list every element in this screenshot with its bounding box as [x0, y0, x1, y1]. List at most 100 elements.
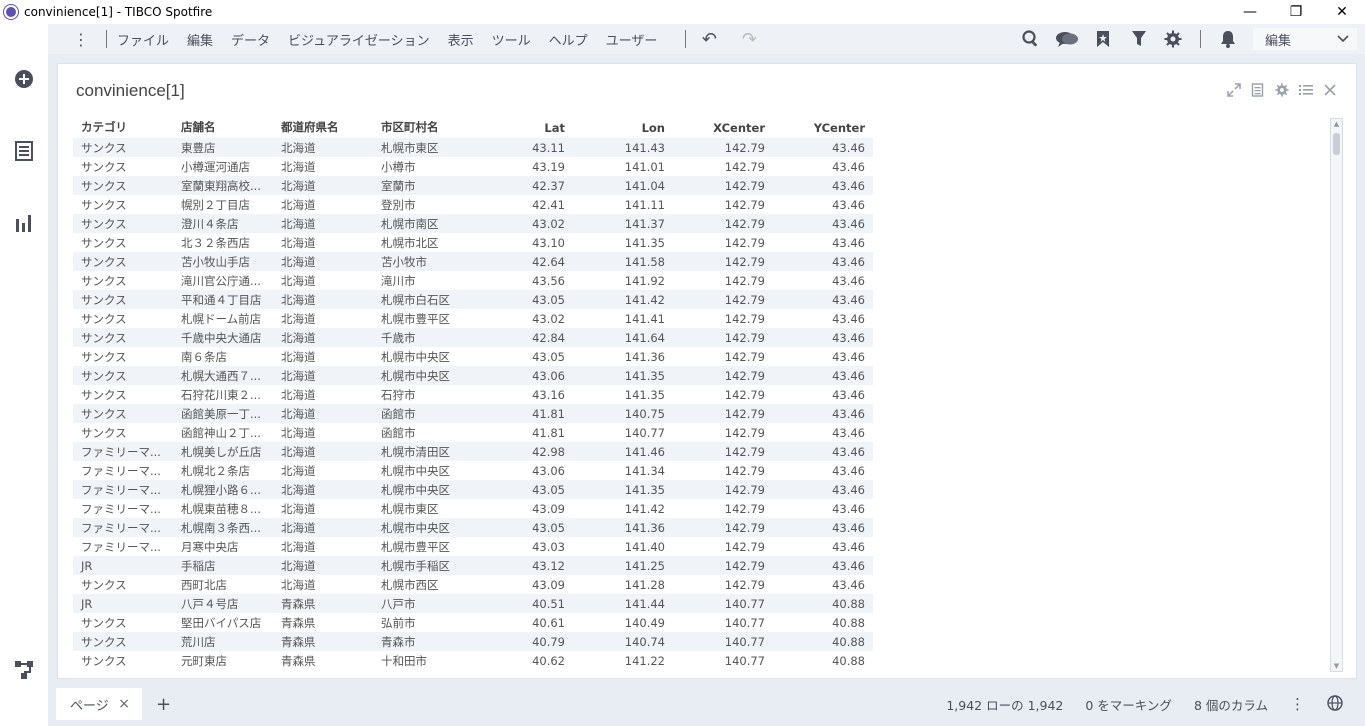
table-row[interactable]: ファミリーマ... 札幌南３条西... 北海道 札幌市中央区 43.05 141.36 14… [73, 518, 873, 537]
menu-kebab-button[interactable]: ⋮ [66, 30, 96, 49]
column-header[interactable]: 都道府県名 [273, 116, 373, 138]
table-cell: 140.77 [724, 615, 765, 630]
maximize-icon[interactable] [1226, 82, 1242, 98]
edit-mode-select[interactable]: 編集 [1253, 28, 1357, 50]
table-row[interactable]: JR 八戸４号店 青森県 八戸市 40.51 141.44 140.77 40.88 [73, 594, 873, 613]
search-icon[interactable] [1018, 26, 1044, 52]
table-row[interactable]: サンクス 東豊店 北海道 札幌市東区 43.11 141.43 142.79 43.46 [73, 138, 873, 157]
data-flow-icon[interactable] [14, 660, 34, 680]
table-row[interactable]: サンクス 堅田バイパス店 青森県 弘前市 40.61 140.49 140.77 40.88 [73, 613, 873, 632]
menu-view[interactable]: 表示 [448, 30, 474, 49]
table-row[interactable]: サンクス 函館美原一丁... 北海道 函館市 41.81 140.75 142.79 43.4… [73, 404, 873, 423]
table-cell: 141.28 [624, 577, 665, 592]
column-header[interactable]: XCenter [673, 116, 773, 138]
table-cell: 札幌市東区 [373, 138, 493, 157]
table-cell: 苫小牧市 [373, 252, 493, 271]
column-header[interactable]: YCenter [773, 116, 873, 138]
table-cell: 43.46 [773, 214, 873, 233]
table-cell: 札幌南３条西... [173, 518, 273, 537]
list-icon[interactable] [1298, 82, 1314, 98]
table-row[interactable]: サンクス 滝川官公庁通... 北海道 滝川市 43.56 141.92 142.79 43.4… [73, 271, 873, 290]
table-row[interactable]: サンクス 元町東店 青森県 十和田市 40.62 141.22 140.77 40.88 [73, 651, 873, 670]
more-options-button[interactable]: ⋮ [1290, 695, 1305, 713]
menu-divider [1200, 30, 1201, 48]
table-row[interactable]: ファミリーマ... 札幌東苗穂８... 北海道 札幌市東区 43.09 141.42 142… [73, 499, 873, 518]
table-cell: 千歳市 [373, 328, 493, 347]
globe-icon[interactable] [1327, 694, 1343, 714]
table-row[interactable]: サンクス 室蘭東翔高校... 北海道 室蘭市 42.37 141.04 142.79 43.4… [73, 176, 873, 195]
data-table-icon[interactable] [14, 141, 34, 161]
vertical-scrollbar[interactable]: ▲ ▼ [1330, 118, 1343, 672]
close-icon[interactable] [1322, 82, 1338, 98]
table-cell: 43.02 [532, 311, 565, 326]
table-cell: 43.46 [832, 311, 865, 326]
redo-button[interactable]: ↷ [736, 26, 762, 52]
table-cell: 40.61 [532, 615, 565, 630]
table-row[interactable]: ファミリーマ... 札幌北２条店 北海道 札幌市中央区 43.06 141.34 142.7… [73, 461, 873, 480]
menu-edit[interactable]: 編集 [187, 30, 213, 49]
undo-button[interactable]: ↶ [696, 26, 722, 52]
table-cell: 札幌市豊平区 [381, 539, 450, 554]
add-page-button[interactable]: + [156, 694, 171, 715]
table-cell: 澄川４条店 [173, 214, 273, 233]
filter-icon[interactable] [1126, 26, 1152, 52]
table-cell: 43.05 [493, 290, 573, 309]
bookmark-icon[interactable] [1090, 26, 1116, 52]
table-row[interactable]: サンクス 幌別２丁目店 北海道 登別市 42.41 141.11 142.79 43.46 [73, 195, 873, 214]
table-row[interactable]: サンクス 南６条店 北海道 札幌市中央区 43.05 141.36 142.79 43.46 [73, 347, 873, 366]
table-row[interactable]: サンクス 荒川店 青森県 青森市 40.79 140.74 140.77 40.88 [73, 632, 873, 651]
menu-help[interactable]: ヘルプ [549, 30, 588, 49]
menu-tools[interactable]: ツール [492, 30, 531, 49]
table-row[interactable]: サンクス 札幌ドーム前店 北海道 札幌市豊平区 43.02 141.41 142.79 43.… [73, 309, 873, 328]
table-row[interactable]: サンクス 西町北店 北海道 札幌市西区 43.09 141.28 142.79 43.46 [73, 575, 873, 594]
properties-gear-icon[interactable] [1274, 82, 1290, 98]
notification-bell-icon[interactable] [1215, 26, 1241, 52]
table-cell: 142.79 [673, 290, 773, 309]
table-row[interactable]: サンクス 苫小牧山手店 北海道 苫小牧市 42.64 141.58 142.79 43.46 [73, 252, 873, 271]
scrollbar-thumb[interactable] [1333, 133, 1340, 155]
table-cell: 北海道 [281, 273, 316, 288]
scroll-up-icon[interactable]: ▲ [1331, 119, 1342, 129]
table-row[interactable]: サンクス 小樽運河通店 北海道 小樽市 43.19 141.01 142.79 43.46 [73, 157, 873, 176]
table-row[interactable]: サンクス 平和通４丁目店 北海道 札幌市白石区 43.05 141.42 142.79 43.… [73, 290, 873, 309]
scroll-down-icon[interactable]: ▼ [1331, 661, 1342, 671]
menu-user[interactable]: ユーザー [606, 30, 658, 49]
table-row[interactable]: ファミリーマ... 月寒中央店 北海道 札幌市豊平区 43.03 141.40 142.79… [73, 537, 873, 556]
table-row[interactable]: サンクス 北３２条西店 北海道 札幌市北区 43.10 141.35 142.79 43.46 [73, 233, 873, 252]
window-titlebar: convinience[1] - TIBCO Spotfire — ❐ ✕ [0, 0, 1365, 24]
menu-data[interactable]: データ [231, 30, 270, 49]
table-row[interactable]: サンクス 澄川４条店 北海道 札幌市南区 43.02 141.37 142.79 43.46 [73, 214, 873, 233]
minimize-button[interactable]: — [1227, 0, 1273, 24]
close-window-button[interactable]: ✕ [1319, 0, 1365, 24]
column-header[interactable]: 店舗名 [173, 116, 273, 138]
page-tab[interactable]: ページ × [56, 688, 142, 720]
table-cell: 札幌市清田区 [373, 442, 493, 461]
column-header[interactable]: Lon [573, 116, 673, 138]
menu-visualization[interactable]: ビジュアライゼーション [288, 30, 430, 49]
details-icon[interactable] [1250, 82, 1266, 98]
gear-icon[interactable] [1160, 26, 1186, 52]
table-row[interactable]: ファミリーマ... 札幌狸小路６... 北海道 札幌市中央区 43.05 141.35 14… [73, 480, 873, 499]
table-row[interactable]: サンクス 函館神山２丁... 北海道 函館市 41.81 140.77 142.79 43.4… [73, 423, 873, 442]
column-header[interactable]: Lat [493, 116, 573, 138]
close-tab-icon[interactable]: × [118, 696, 130, 712]
table-cell: 東豊店 [173, 138, 273, 157]
bar-chart-icon[interactable] [14, 213, 34, 233]
table-row[interactable]: サンクス 石狩花川東２... 北海道 石狩市 43.16 141.35 142.79 43.4… [73, 385, 873, 404]
table-cell: 北海道 [281, 311, 316, 326]
table-cell: サンクス [81, 425, 127, 440]
column-header[interactable]: カテゴリ [73, 116, 173, 138]
add-icon[interactable] [14, 69, 34, 89]
menu-file[interactable]: ファイル [117, 30, 169, 49]
table-row[interactable]: サンクス 千歳中央大通店 北海道 千歳市 42.84 141.64 142.79 43.46 [73, 328, 873, 347]
table-cell: 141.35 [624, 387, 665, 402]
restore-button[interactable]: ❐ [1273, 0, 1319, 24]
table-cell: 札幌東苗穂８... [181, 501, 261, 516]
column-header[interactable]: 市区町村名 [373, 116, 493, 138]
table-cell: 青森県 [273, 594, 373, 613]
table-cell: サンクス [81, 235, 127, 250]
table-row[interactable]: JR 手稲店 北海道 札幌市手稲区 43.12 141.25 142.79 43.46 [73, 556, 873, 575]
table-row[interactable]: サンクス 札幌大通西７... 北海道 札幌市中央区 43.06 141.35 142.79 4… [73, 366, 873, 385]
table-row[interactable]: ファミリーマ... 札幌美しが丘店 北海道 札幌市清田区 42.98 141.46 142.… [73, 442, 873, 461]
collaboration-icon[interactable] [1054, 26, 1080, 52]
